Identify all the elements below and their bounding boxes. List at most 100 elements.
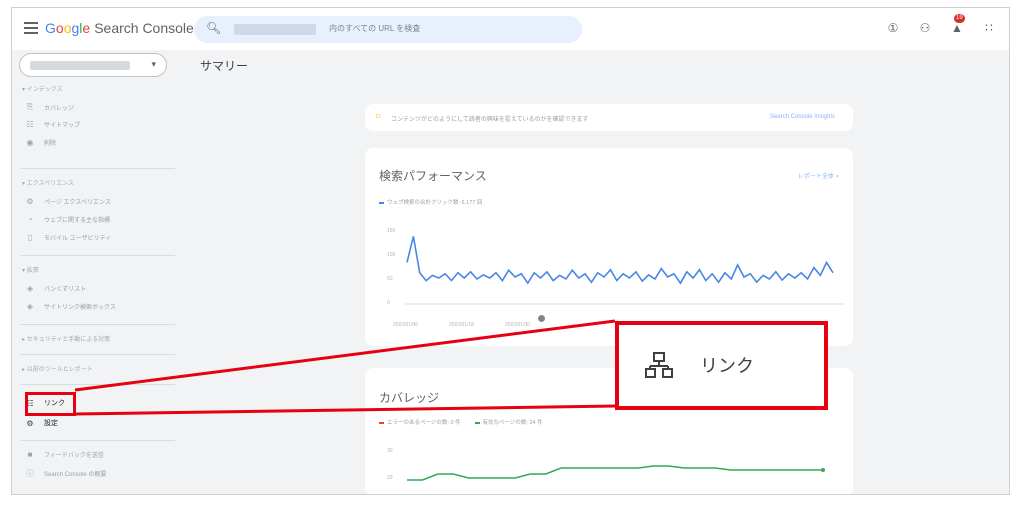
performance-report-link[interactable]: レポート全体 >	[798, 171, 839, 180]
search-placeholder: 内のすべての URL を検査	[329, 24, 421, 33]
section-label: インデックス	[26, 87, 63, 93]
section-experience[interactable]: ▾ エクスペリエンス	[22, 178, 74, 187]
bell-icon[interactable]: ▲ 19	[949, 14, 965, 35]
section-legacy[interactable]: ▸ 以前のツールとレポート	[22, 364, 93, 373]
section-label: セキュリティと手動による対策	[26, 337, 111, 343]
sidebar-item-label: モバイル ユーザビリティ	[44, 236, 112, 242]
legend-label: 有効なページの数: 24 件	[482, 420, 543, 426]
section-label: エクスペリエンス	[26, 181, 74, 187]
section-index[interactable]: ▾ インデックス	[22, 84, 63, 93]
coverage-chart[interactable]	[405, 448, 845, 488]
chevron-down-icon: ▾	[151, 59, 156, 69]
mobile-icon: ▯	[27, 233, 33, 242]
header-actions: ①︎ ⚇ ▲ 19 ∷	[885, 14, 997, 35]
speed-icon: ◔	[27, 215, 33, 224]
legend-swatch-error	[379, 421, 384, 424]
performance-title: 検索パフォーマンス	[379, 169, 487, 183]
lightbulb-icon: ○	[375, 111, 382, 122]
section-label: 拡張	[26, 268, 39, 274]
divider	[20, 354, 175, 355]
divider	[20, 440, 175, 441]
gear-icon: ⚙	[26, 418, 34, 428]
insights-card[interactable]: ○ コンテンツがどのようにして読者の興味を捉えているのかを確認できます Sear…	[365, 104, 853, 131]
sidebar-item-about[interactable]: ⓘ Search Console の概要	[26, 468, 106, 479]
series-line	[407, 465, 823, 481]
product-logo[interactable]: Google Search Console	[45, 20, 194, 36]
sidebar-item-label: サイトリンク検索ボックス	[44, 305, 116, 311]
sidebar-item-label: カバレッジ	[44, 105, 75, 112]
sidebar-item-label: ウェブに関する主な指標	[44, 218, 111, 224]
feedback-icon: ■	[27, 450, 33, 459]
y-tick: 100	[387, 252, 396, 258]
sidebar-item-web-vitals[interactable]: ◔ ウェブに関する主な指標	[26, 215, 110, 224]
annotation-dot[interactable]	[538, 315, 545, 322]
account-icon[interactable]: ⚇	[917, 21, 933, 35]
divider	[20, 255, 175, 256]
zoom-callout: リンク	[615, 321, 828, 410]
legend-label: ウェブ検索の合計クリック数: 6,177 回	[387, 200, 483, 206]
redacted-property	[30, 61, 130, 70]
sidebar-item-mobile-usability[interactable]: ▯ モバイル ユーザビリティ	[26, 233, 111, 242]
performance-chart[interactable]	[405, 226, 845, 311]
url-inspection-search[interactable]: 🔍︎ 内のすべての URL を検査	[194, 16, 582, 43]
sidebar-item-label: 削除	[44, 141, 57, 147]
notification-badge: 19	[954, 14, 965, 23]
coverage-legend: エラーのあるページの数: 0 件 有効なページの数: 24 件	[379, 418, 543, 426]
sidebar-item-sitelinks-searchbox[interactable]: ◈ サイトリンク検索ボックス	[26, 302, 116, 311]
highlight-box	[25, 392, 76, 416]
x-tick: 2022/01/30	[505, 322, 531, 328]
section-label: 以前のツールとレポート	[26, 367, 93, 373]
top-app-bar: Google Search Console 🔍︎ 内のすべての URL を検査 ①…	[12, 8, 1009, 50]
series-end-point	[821, 468, 825, 472]
page-title: サマリー	[200, 59, 249, 73]
sidebar-item-label: パンくずリスト	[44, 287, 87, 293]
section-security[interactable]: ▸ セキュリティと手動による対策	[22, 334, 110, 343]
insights-text: コンテンツがどのようにして読者の興味を捉えているのかを確認できます	[391, 117, 589, 123]
help-icon[interactable]: ①︎	[885, 21, 901, 35]
logo-letter: e	[82, 20, 91, 36]
section-enhancements[interactable]: ▾ 拡張	[22, 265, 39, 274]
app-window: Google Search Console 🔍︎ 内のすべての URL を検査 ①…	[11, 7, 1010, 495]
enhancement-icon: ◈	[26, 302, 34, 311]
performance-card: 検索パフォーマンス レポート全体 > ウェブ検索の合計クリック数: 6,177 …	[365, 148, 853, 346]
enhancement-icon: ◈	[26, 284, 34, 293]
y-tick: 0	[387, 300, 390, 306]
y-tick: 20	[387, 475, 393, 481]
y-tick: 50	[387, 276, 393, 282]
sitemap-icon: ☷	[26, 120, 34, 129]
sidebar-item-sitemaps[interactable]: ☷ サイトマップ	[26, 120, 80, 129]
coverage-title: カバレッジ	[379, 391, 440, 405]
redacted-property-name	[234, 24, 316, 35]
series-line	[406, 236, 834, 285]
page-experience-icon: ⚙	[26, 197, 34, 206]
logo-product-name: Search Console	[94, 20, 194, 36]
info-icon: ⓘ	[26, 469, 34, 478]
sidebar-item-breadcrumbs[interactable]: ◈ パンくずリスト	[26, 284, 86, 293]
sidebar-item-label: ページ エクスペリエンス	[44, 200, 111, 206]
divider	[20, 324, 175, 325]
coverage-icon: ⎘	[26, 102, 34, 111]
callout-label: リンク	[700, 356, 754, 376]
sidebar-item-label: 設定	[44, 420, 58, 427]
x-tick: 2022/01/18	[449, 322, 475, 328]
sidebar-item-removals[interactable]: ◉ 削除	[26, 138, 57, 147]
sidebar-item-settings[interactable]: ⚙ 設定	[26, 418, 58, 428]
menu-icon[interactable]	[24, 22, 38, 34]
legend-swatch	[379, 201, 384, 204]
sidebar-item-page-experience[interactable]: ⚙ ページ エクスペリエンス	[26, 197, 111, 206]
sidebar-item-label: Search Console の概要	[44, 472, 107, 478]
apps-grid-icon[interactable]: ∷	[981, 21, 997, 35]
divider	[20, 384, 175, 385]
legend-label: エラーのあるページの数: 0 件	[387, 420, 461, 426]
divider	[20, 168, 175, 169]
y-tick: 30	[387, 448, 393, 454]
y-tick: 150	[387, 228, 396, 234]
sidebar-item-coverage[interactable]: ⎘ カバレッジ	[26, 102, 74, 112]
sidebar-item-feedback[interactable]: ■ フィードバックを送信	[26, 450, 104, 459]
property-selector[interactable]: ▾	[19, 53, 167, 77]
logo-letter: o	[55, 20, 64, 36]
logo-letter: G	[45, 20, 56, 36]
performance-legend: ウェブ検索の合計クリック数: 6,177 回	[379, 198, 482, 206]
insights-link[interactable]: Search Console Insights	[770, 114, 835, 120]
removals-icon: ◉	[26, 138, 34, 147]
